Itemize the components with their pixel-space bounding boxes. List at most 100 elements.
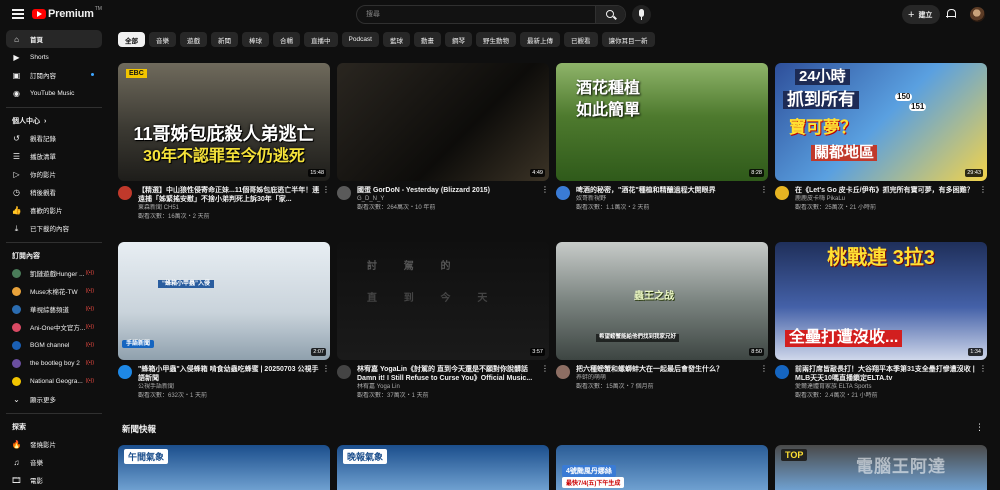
sidebar-item-1[interactable]: ▶ Shorts [6, 48, 102, 66]
video-thumbnail[interactable]: 4:49 [337, 63, 549, 181]
video-title[interactable]: 把六種螃蟹和螺螄蚌大在一起最后會發生什么？ [576, 365, 758, 374]
video-menu-icon[interactable]: ⋮ [541, 364, 549, 374]
filter-chip-11[interactable]: 野生動物 [476, 32, 516, 47]
video-title[interactable]: 在《Let's Go 皮卡丘/伊布》抓完所有寶可夢，有多困難？ [795, 186, 977, 195]
video-card[interactable]: 酒花種植 如此簡單 8:28 啤酒的秘密，"酒花"種植和精釀過程大開眼界 奴哥新視野 觀看… [556, 63, 768, 231]
sidebar-divider [6, 413, 102, 414]
youtube-premium-logo[interactable]: Premium TM [32, 6, 102, 20]
video-card[interactable]: 24小時 抓到所有 寶可夢？ 關都地區 150 151 29:43 在《Let's Go 皮卡… [775, 63, 987, 231]
video-thumbnail[interactable]: 桃戰連 3拉3 全壘打遭沒收... 1:34 [775, 242, 987, 360]
sidebar-explore-item-2[interactable]: 🎞 電影 [6, 471, 102, 489]
search-input[interactable] [357, 6, 595, 23]
channel-name[interactable]: 养蚌的萌萌 [576, 374, 758, 383]
video-thumbnail[interactable]: 24小時 抓到所有 寶可夢？ 關都地區 150 151 29:43 [775, 63, 987, 181]
video-menu-icon[interactable]: ⋮ [979, 185, 987, 195]
video-stats: 觀看次數：1.1萬次・2 天前 [576, 205, 650, 211]
filter-chip-5[interactable]: 合輯 [273, 32, 300, 47]
video-thumbnail[interactable]: EBC 11哥姊包庇殺人弟逃亡 30年不認罪至今仍逃死 15:48 [118, 63, 330, 181]
filter-chip-1[interactable]: 音樂 [149, 32, 176, 47]
video-card[interactable]: 討 駕 的直 到 今 天 3:57 林宥嘉 YogaLin《討駕的 直到今天還是不願… [337, 242, 549, 410]
video-title[interactable]: 國蛋 GorDoN - Yesterday (Blizzard 2015) [357, 186, 539, 195]
video-card[interactable]: 蟲王之战 希望螃蟹能給他們找到我家兄好 8:50 把六種螃蟹和螺螄蚌大在一起最后會發生… [556, 242, 768, 410]
filter-chip-6[interactable]: 直播中 [304, 32, 338, 47]
sidebar-you-item-4[interactable]: 👍 喜歡的影片 [6, 201, 102, 219]
video-card[interactable]: “蜂箱小甲蟲”入侵 手語新聞 2:07 "蜂箱小甲蟲"入侵蜂箱 啃食幼蟲吃蜂蜜 | 2… [118, 242, 330, 410]
video-title[interactable]: 前兩打席皆敲長打！大谷翔平本季第31支全壘打慘遭沒收 | MLB天天10嗎直播鎖… [795, 365, 977, 383]
subscription-channel-6[interactable]: National Geogra... ((•)) [6, 372, 102, 390]
filter-chip-13[interactable]: 已觀看 [564, 32, 598, 47]
subscription-channel-4[interactable]: BGM channel ((•)) [6, 336, 102, 354]
video-thumbnail[interactable]: 酒花種植 如此簡單 8:28 [556, 63, 768, 181]
video-title[interactable]: 林宥嘉 YogaLin《討駕的 直到今天還是不願對你說髒話 Damn it! I… [357, 365, 539, 383]
video-title[interactable]: 啤酒的秘密，"酒花"種植和精釀過程大開眼界 [576, 186, 758, 195]
channel-avatar[interactable] [337, 365, 351, 379]
video-title[interactable]: 【精選】中山狼性侵寄命正妹...11個哥姊包庇逃亡半年！連遠捕「姊緊搖安慰」不捨… [138, 186, 320, 204]
sidebar-you-item-0[interactable]: ↺ 觀看記錄 [6, 129, 102, 147]
subscription-channel-5[interactable]: the bootleg boy 2 ((•)) [6, 354, 102, 372]
video-card[interactable]: 桃戰連 3拉3 全壘打遭沒收... 1:34 前兩打席皆敲長打！大谷翔平本季第31支全… [775, 242, 987, 410]
video-menu-icon[interactable]: ⋮ [760, 185, 768, 195]
video-card[interactable]: EBC 11哥姊包庇殺人弟逃亡 30年不認罪至今仍逃死 15:48 【精選】中山狼性侵寄… [118, 63, 330, 231]
sidebar-item-2[interactable]: ▣ 訂閱內容 [6, 66, 102, 84]
channel-name[interactable]: 奴哥新視野 [576, 195, 758, 204]
filter-chip-9[interactable]: 動畫 [414, 32, 441, 47]
channel-avatar[interactable] [775, 365, 789, 379]
channel-avatar[interactable] [556, 186, 570, 200]
channel-avatar[interactable] [556, 365, 570, 379]
sidebar-item-0[interactable]: ⌂ 首頁 [6, 30, 102, 48]
video-card[interactable]: 4:49 國蛋 GorDoN - Yesterday (Blizzard 2015… [337, 63, 549, 231]
sidebar-you-item-5[interactable]: ⤓ 已下載的內容 [6, 219, 102, 237]
channel-name[interactable]: 東森新聞 CH51 [138, 204, 320, 213]
filter-chip-8[interactable]: 藍球 [383, 32, 410, 47]
channel-name[interactable]: 愛爾達體育家族 ELTA Sports [795, 383, 977, 392]
video-menu-icon[interactable]: ⋮ [760, 364, 768, 374]
video-menu-icon[interactable]: ⋮ [541, 185, 549, 195]
filter-chip-14[interactable]: 讓你耳目一新 [601, 32, 655, 47]
news-thumbnail[interactable]: 4號颱風丹娜絲 最快7/4(五)下午生成 [556, 445, 768, 490]
channel-name[interactable]: 公視手語新聞 [138, 383, 320, 392]
thumbnail-subheadline: 全壘打遭沒收... [785, 329, 903, 347]
channel-name[interactable]: 林宥嘉 Yoga Lin [357, 383, 539, 392]
channel-avatar[interactable] [337, 186, 351, 200]
search-button[interactable] [595, 6, 625, 23]
news-thumbnail[interactable]: 晚報氣象 [337, 445, 549, 490]
filter-chip-3[interactable]: 新聞 [211, 32, 238, 47]
sidebar-item-3[interactable]: ◉ YouTube Music [6, 84, 102, 102]
channel-name[interactable]: G_D_N_Y [357, 195, 539, 204]
voice-search-mic-icon[interactable] [632, 5, 651, 24]
video-title[interactable]: "蜂箱小甲蟲"入侵蜂箱 啃食幼蟲吃蜂蜜 | 20250703 公視手語新聞 [138, 365, 320, 383]
video-thumbnail[interactable]: “蜂箱小甲蟲”入侵 手語新聞 2:07 [118, 242, 330, 360]
filter-chip-0[interactable]: 全部 [118, 32, 145, 47]
menu-icon[interactable] [12, 9, 24, 19]
news-thumbnail[interactable]: 午間氣象 [118, 445, 330, 490]
filter-chip-2[interactable]: 遊戲 [180, 32, 207, 47]
sidebar-you-item-3[interactable]: ◷ 稍後觀看 [6, 183, 102, 201]
show-more-button[interactable]: ⌄ 顯示更多 [6, 390, 102, 408]
create-button[interactable]: + 建立 [902, 5, 941, 24]
subscription-channel-1[interactable]: Muse木棉花-TW ((•)) [6, 282, 102, 300]
subscription-channel-2[interactable]: 華視綜藝頻道 ((•)) [6, 300, 102, 318]
sidebar-explore-item-0[interactable]: 🔥 發燒影片 [6, 435, 102, 453]
filter-chip-10[interactable]: 鋼琴 [445, 32, 472, 47]
filter-chip-7[interactable]: Podcast [341, 32, 379, 47]
account-avatar[interactable] [970, 7, 985, 22]
video-menu-icon[interactable]: ⋮ [322, 364, 330, 374]
video-menu-icon[interactable]: ⋮ [979, 364, 987, 374]
video-thumbnail[interactable]: 蟲王之战 希望螃蟹能給他們找到我家兄好 8:50 [556, 242, 768, 360]
channel-avatar[interactable] [118, 365, 132, 379]
sidebar-you-item-1[interactable]: ☰ 播放清單 [6, 147, 102, 165]
more-actions-icon[interactable]: ⋮ [975, 422, 984, 433]
subscription-channel-0[interactable]: 凱鏈遊戲Hunger ... ((•)) [6, 264, 102, 282]
sidebar-you-item-2[interactable]: ▷ 你的影片 [6, 165, 102, 183]
filter-chip-12[interactable]: 最新上傳 [520, 32, 560, 47]
channel-avatar[interactable] [775, 186, 789, 200]
sidebar-you-heading[interactable]: 個人中心 › [6, 113, 102, 129]
subscription-channel-3[interactable]: Ani-One中文官方... ((•)) [6, 318, 102, 336]
video-thumbnail[interactable]: 討 駕 的直 到 今 天 3:57 [337, 242, 549, 360]
video-menu-icon[interactable]: ⋮ [322, 185, 330, 195]
channel-avatar[interactable] [118, 186, 132, 200]
sidebar-explore-item-1[interactable]: ♫ 音樂 [6, 453, 102, 471]
filter-chip-4[interactable]: 棒球 [242, 32, 269, 47]
notifications-bell-icon[interactable] [946, 9, 956, 19]
channel-name[interactable]: 鹿鹿皮卡嗨 PikaLu [795, 195, 977, 204]
